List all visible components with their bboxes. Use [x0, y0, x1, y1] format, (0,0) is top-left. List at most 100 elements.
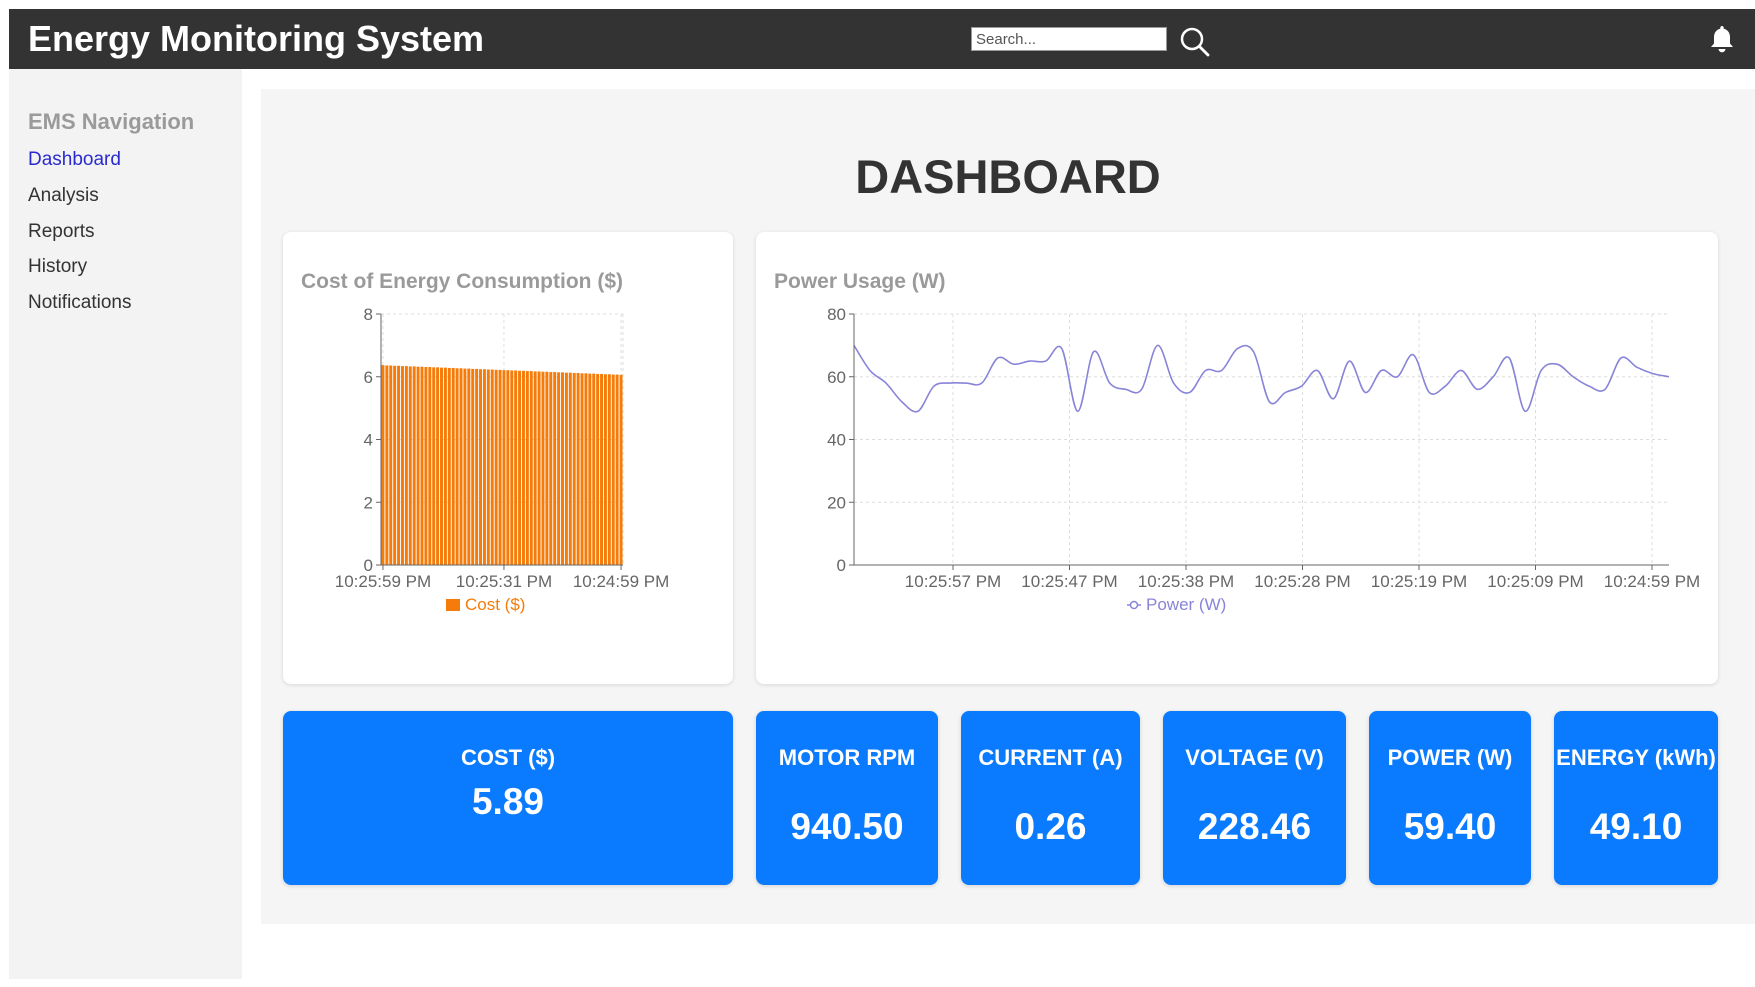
- bar: [561, 372, 564, 565]
- cost-chart-card: Cost of Energy Consumption ($) 0 2 4 6 8 10:2…: [283, 232, 733, 684]
- bar: [424, 367, 428, 565]
- power-chart-card: Power Usage (W) 0 20 40 60 80 10:25:57 PM 10:2…: [756, 232, 1718, 684]
- bar: [389, 365, 393, 565]
- bar: [611, 374, 615, 565]
- metric-label: CURRENT (A): [978, 745, 1123, 770]
- bar: [408, 366, 412, 565]
- bar: [514, 370, 518, 565]
- y-tick-label: 20: [827, 493, 846, 512]
- legend-swatch-marker: [1129, 600, 1139, 610]
- y-tick-label: 6: [364, 368, 373, 387]
- bar: [557, 372, 561, 565]
- bar: [486, 369, 490, 565]
- bar: [412, 366, 416, 565]
- bar: [451, 367, 455, 565]
- bar: [607, 374, 611, 565]
- x-tick-label: 10:25:31 PM: [456, 572, 552, 591]
- metric-value: 228.46: [1197, 806, 1312, 847]
- page-title: DASHBOARD: [855, 150, 1161, 203]
- x-tick-label: 10:24:59 PM: [1604, 572, 1700, 591]
- bar: [467, 368, 471, 565]
- bar: [404, 366, 408, 565]
- search-icon[interactable]: [1178, 25, 1212, 59]
- x-tick-label: 10:25:59 PM: [335, 572, 431, 591]
- bar: [564, 372, 568, 565]
- bar: [455, 368, 459, 565]
- bar: [502, 370, 506, 565]
- sidebar-item-reports[interactable]: Reports: [28, 221, 95, 243]
- bar: [592, 373, 596, 565]
- metric-label: POWER (W): [1387, 745, 1513, 770]
- bar: [506, 370, 510, 565]
- legend-swatch: [446, 599, 460, 611]
- bar: [525, 371, 529, 565]
- y-tick-label: 8: [364, 305, 373, 324]
- y-tick-label: 60: [827, 368, 846, 387]
- metric-card-voltage: VOLTAGE (V) 228.46: [1163, 711, 1346, 885]
- bar: [436, 367, 440, 565]
- bar: [533, 371, 537, 565]
- sidebar-item-notifications[interactable]: Notifications: [28, 292, 132, 314]
- y-tick-label: 0: [837, 556, 846, 575]
- bar: [381, 365, 385, 565]
- bar: [572, 372, 576, 565]
- bar: [385, 365, 389, 565]
- x-tick-label: 10:25:09 PM: [1487, 572, 1583, 591]
- bar: [397, 365, 401, 565]
- metric-card-cost: COST ($) 5.89: [283, 711, 733, 885]
- cost-chart: 0246810:25:59 PM 10:25:31 PM 10:24:59 PMCo…: [335, 305, 670, 614]
- metric-label: MOTOR RPM: [778, 745, 916, 770]
- metric-label: VOLTAGE (V): [1185, 745, 1324, 770]
- metric-value: 940.50: [790, 806, 904, 847]
- power-chart: 0 20 40 60 80 10:25:57 PM 10:25:47 PM 10:25:38 …: [827, 305, 1700, 614]
- bar: [518, 370, 522, 565]
- bar: [541, 371, 545, 565]
- metric-label: COST ($): [460, 745, 556, 770]
- bar: [529, 371, 533, 565]
- legend-label: Power (W): [1146, 595, 1226, 614]
- bar: [440, 367, 443, 565]
- metric-value: 49.10: [1589, 806, 1683, 847]
- bar: [490, 369, 494, 565]
- metric-label: ENERGY (kWh): [1556, 745, 1716, 770]
- bar: [545, 371, 549, 565]
- metric-card-power: POWER (W) 59.40: [1369, 711, 1531, 885]
- bar: [584, 373, 588, 565]
- bar: [459, 368, 463, 565]
- bar: [580, 373, 584, 565]
- y-tick-label: 2: [364, 493, 373, 512]
- bar: [576, 372, 580, 565]
- sidebar-item-history[interactable]: History: [28, 256, 87, 278]
- sidebar: EMS Navigation Dashboard Analysis Report…: [9, 69, 242, 979]
- y-tick-label: 40: [827, 431, 846, 450]
- bar: [482, 369, 486, 565]
- search-input[interactable]: [971, 27, 1167, 51]
- bar: [463, 368, 467, 565]
- bar: [549, 372, 553, 565]
- bar: [615, 374, 619, 565]
- sidebar-title: EMS Navigation: [28, 109, 195, 134]
- bar: [416, 366, 420, 565]
- bar: [475, 368, 479, 565]
- metric-card-motor-rpm: MOTOR RPM 940.50: [756, 711, 938, 885]
- metric-value: 5.89: [471, 781, 544, 822]
- metric-value: 0.26: [1014, 806, 1087, 847]
- sidebar-item-analysis[interactable]: Analysis: [28, 185, 99, 207]
- y-tick-label: 80: [827, 305, 846, 324]
- x-tick-label: 10:25:28 PM: [1254, 572, 1350, 591]
- bar: [443, 367, 447, 565]
- app-title: Energy Monitoring System: [28, 18, 485, 59]
- bell-icon[interactable]: [1706, 23, 1738, 55]
- bar: [428, 367, 432, 565]
- metric-value: 59.40: [1403, 806, 1497, 847]
- x-tick-label: 10:25:38 PM: [1138, 572, 1234, 591]
- legend-label: Cost ($): [465, 595, 525, 614]
- sidebar-item-dashboard[interactable]: Dashboard: [28, 149, 121, 171]
- main-content: DASHBOARD Cost of Energy Consumption ($)…: [261, 89, 1755, 924]
- bar: [494, 369, 498, 565]
- bar: [393, 365, 397, 565]
- top-bar: Energy Monitoring System: [9, 9, 1755, 69]
- bar: [479, 369, 483, 565]
- bar: [510, 370, 514, 565]
- app-window: Energy Monitoring System EMS Navigation …: [9, 9, 1755, 979]
